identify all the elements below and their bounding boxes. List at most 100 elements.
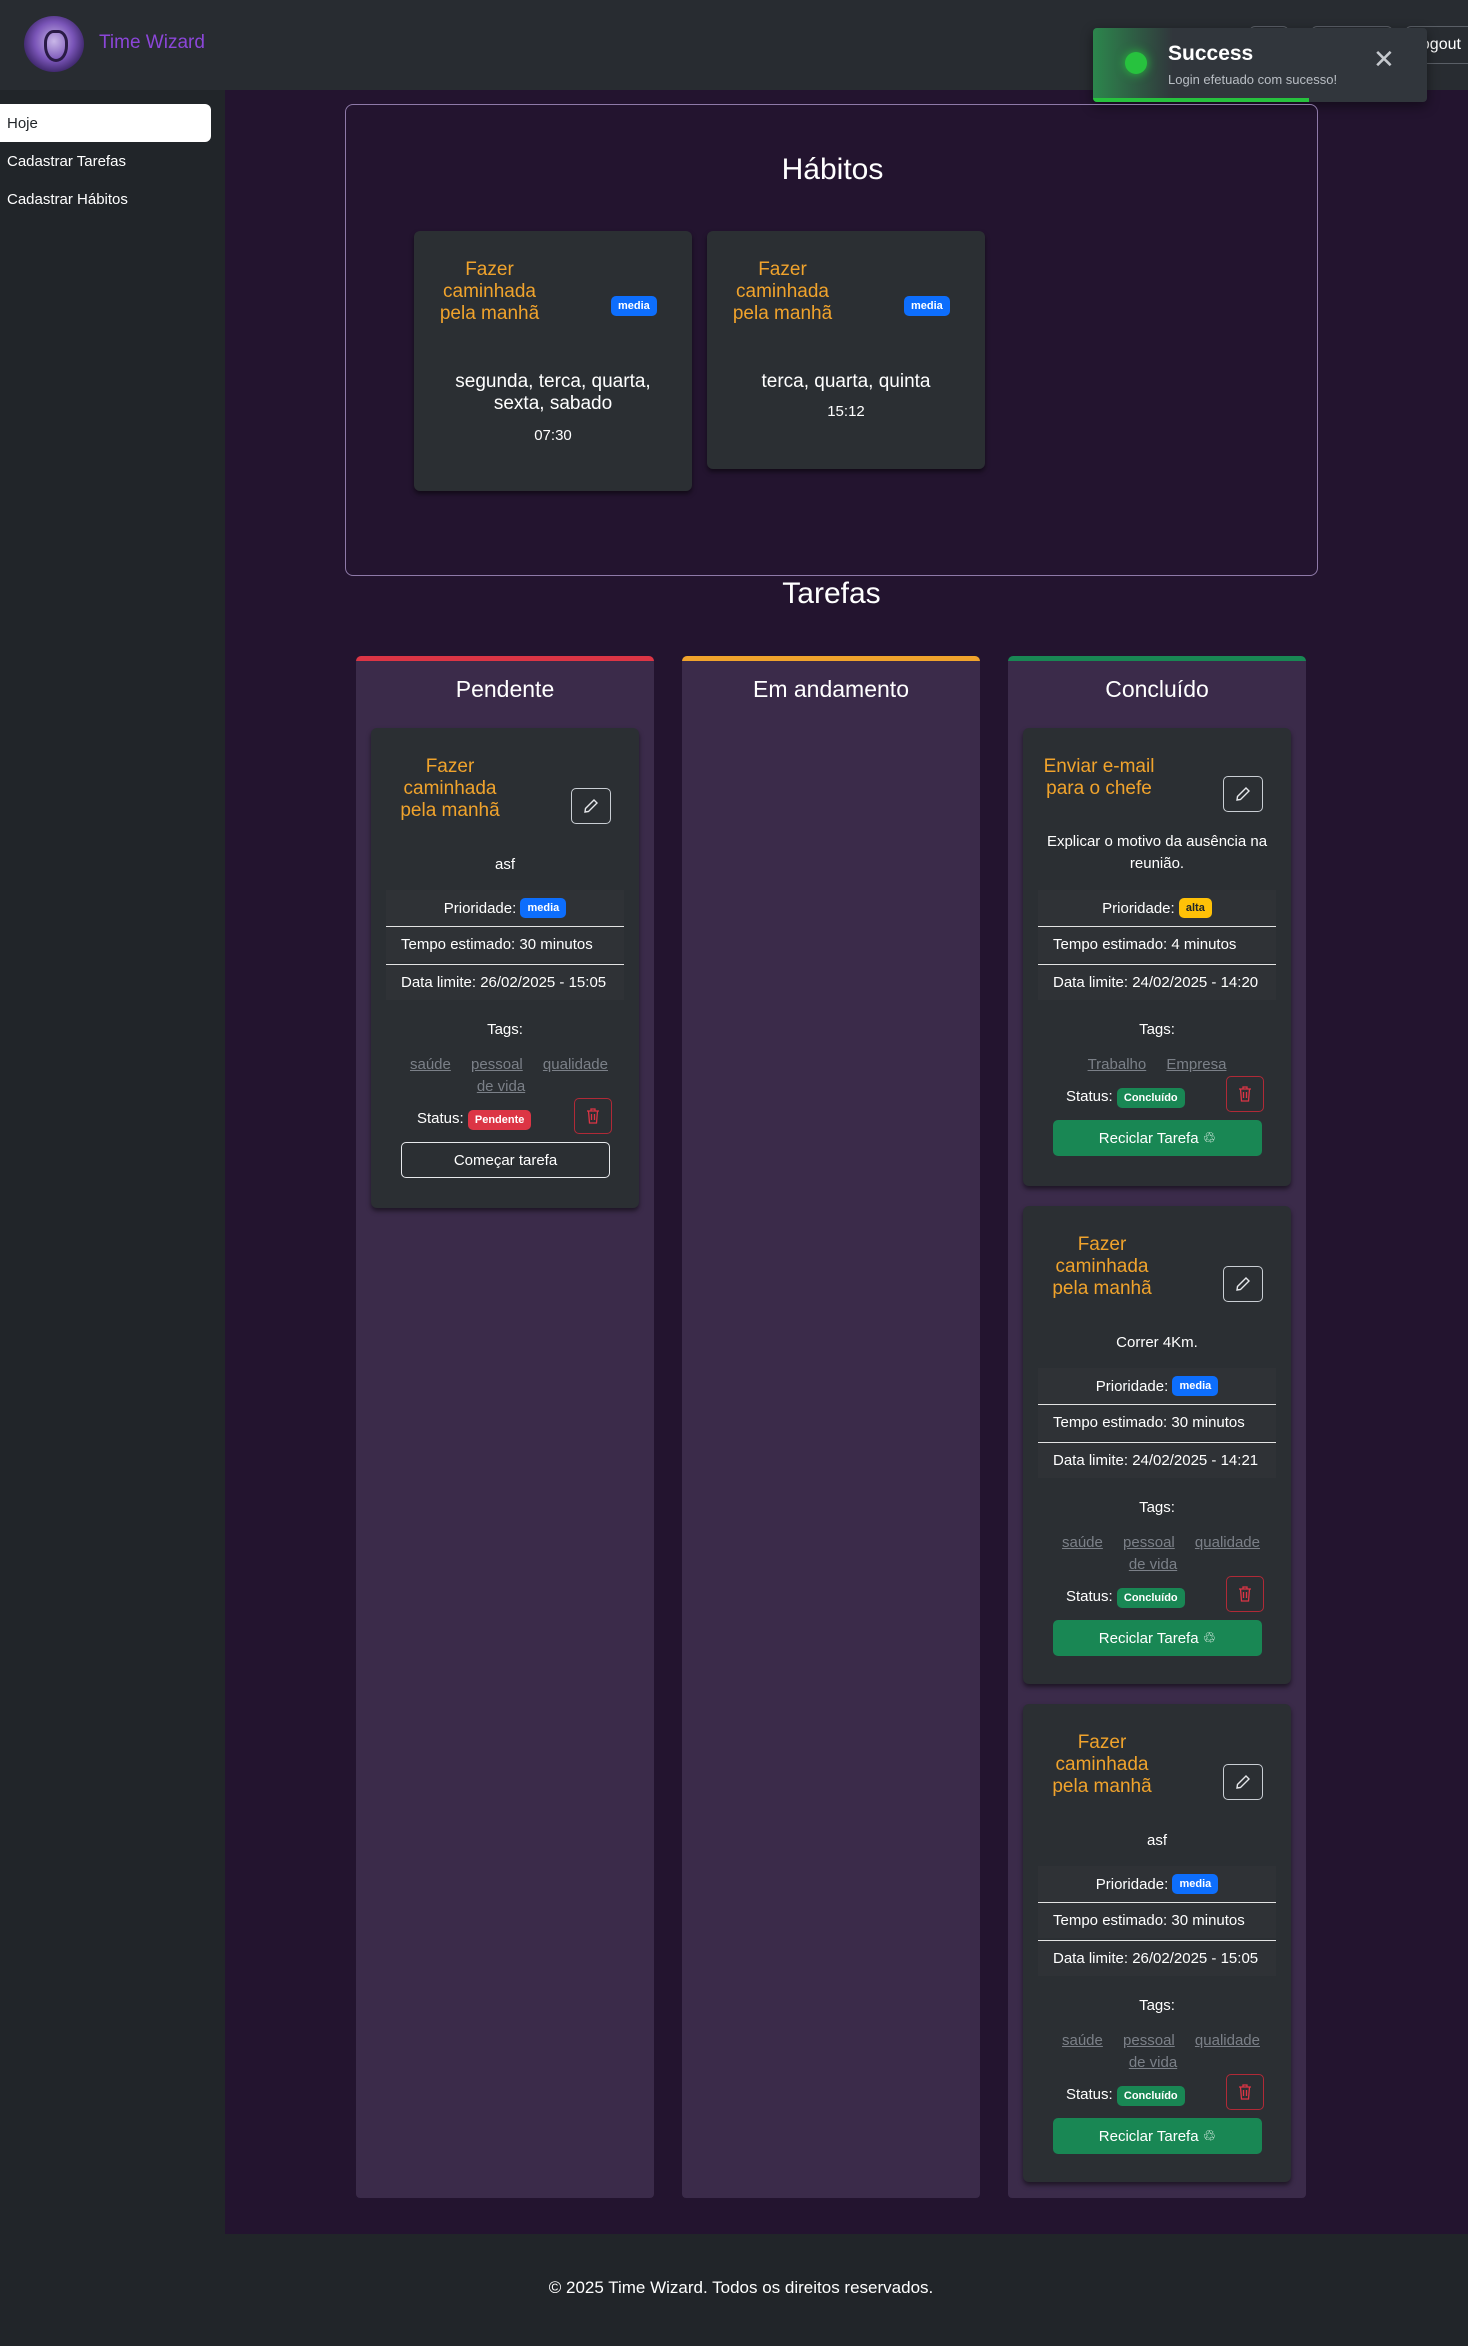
tasks-title: Tarefas [782,577,881,610]
task-description: Explicar o motivo da ausência na reunião… [1046,833,1268,872]
priority-row: Prioridade: alta [1038,890,1276,926]
task-description: Correr 4Km. [1116,1334,1198,1351]
tags-label: Tags: [1139,1499,1175,1516]
trash-icon [1239,1086,1251,1102]
column-em-andamento: Em andamento [682,656,980,2198]
pencil-icon [1236,787,1250,801]
task-title: Fazer caminhada pela manhã [1052,1234,1152,1299]
sidebar-item-cadastrar-habitos[interactable]: Cadastrar Hábitos [0,180,211,218]
habits-section: Hábitos Fazer caminhada pela manhã media… [345,104,1318,576]
tags-list: Trabalho Empresa [1053,1054,1261,1076]
tags-label: Tags: [1139,1997,1175,2014]
delete-button[interactable] [1226,1076,1264,1112]
priority-badge: media [1172,1874,1219,1894]
edit-button[interactable] [1223,776,1263,812]
task-title: Fazer caminhada pela manhã [400,756,500,821]
priority-label: Prioridade: [1095,1377,1169,1395]
recycle-task-button[interactable]: Reciclar Tarefa ♲ [1053,2118,1262,2154]
task-card: Fazer caminhada pela manhã asf Prioridad… [1023,1704,1291,2182]
priority-row: Prioridade: media [1038,1368,1276,1404]
priority-label: Prioridade: [1095,1875,1169,1893]
trash-icon [1239,1586,1251,1602]
habits-title: Hábitos [781,153,884,186]
status-row: Status: Concluído [1066,1588,1185,1608]
priority-badge: media [520,898,567,918]
pencil-icon [584,799,598,813]
sidebar-item-hoje[interactable]: Hoje [0,104,211,142]
footer: © 2025 Time Wizard. Todos os direitos re… [0,2234,1468,2346]
delete-button[interactable] [1226,2074,1264,2110]
edit-button[interactable] [1223,1266,1263,1302]
task-description: asf [1146,1832,1167,1849]
status-badge: Concluído [1116,1588,1185,1608]
priority-row: Prioridade: media [1038,1866,1276,1902]
column-pendente: Pendente Fazer caminhada pela manhã asf … [356,656,654,2198]
toast-message: Login efetuado com sucesso! [1168,72,1338,87]
brand-name[interactable]: Time Wizard [99,32,205,54]
habit-days: segunda, terca, quarta, sexta, sabado [455,371,651,414]
status-label: Status: [1066,2086,1113,2103]
habit-days: terca, quarta, quinta [761,371,931,392]
tag-link[interactable]: pessoal [471,1056,523,1073]
start-task-button[interactable]: Começar tarefa [401,1142,610,1178]
toast-title: Success [1168,42,1254,65]
status-badge: Concluído [1116,2086,1185,2106]
column-title: Em andamento [753,676,909,702]
column-accent [682,656,980,661]
habit-title: Fazer caminhada pela manhã [439,259,540,324]
status-row: Status: Pendente [417,1110,532,1130]
task-title: Enviar e-mail para o chefe [1043,756,1155,799]
tag-link[interactable]: Trabalho [1088,1056,1147,1073]
priority-badge: alta [1178,898,1212,918]
tag-link[interactable]: Empresa [1166,1056,1226,1073]
tag-link[interactable]: pessoal [1123,1534,1175,1551]
status-label: Status: [1066,1088,1113,1105]
tags-list: saúde pessoal qualidade de vida [401,1054,609,1098]
toast-progress-bar [1093,98,1309,102]
trash-icon [1239,2084,1251,2100]
wizard-logo-icon[interactable] [24,16,84,72]
trash-icon [587,1108,599,1124]
priority-badge: media [1172,1376,1219,1396]
column-title: Concluído [1105,676,1209,702]
estimated-time-row: Tempo estimado: 4 minutos [1038,926,1276,962]
status-label: Status: [417,1110,464,1127]
tags-label: Tags: [487,1021,523,1038]
tag-link[interactable]: pessoal [1123,2032,1175,2049]
recycle-task-button[interactable]: Reciclar Tarefa ♲ [1053,1620,1262,1656]
deadline-row: Data limite: 26/02/2025 - 15:05 [1038,1940,1276,1976]
priority-row: Prioridade: media [386,890,624,926]
success-icon [1125,52,1147,74]
recycle-task-button[interactable]: Reciclar Tarefa ♲ [1053,1120,1262,1156]
task-card: Enviar e-mail para o chefe Explicar o mo… [1023,728,1291,1186]
status-row: Status: Concluído [1066,1088,1185,1108]
tag-link[interactable]: saúde [1062,1534,1103,1551]
edit-button[interactable] [1223,1764,1263,1800]
tag-link[interactable]: saúde [1062,2032,1103,2049]
sidebar: Hoje Cadastrar Tarefas Cadastrar Hábitos [0,90,225,2234]
delete-button[interactable] [574,1098,612,1134]
tags-list: saúde pessoal qualidade de vida [1053,2030,1261,2074]
priority-badge: media [904,296,950,316]
estimated-time-row: Tempo estimado: 30 minutos [386,926,624,962]
column-accent [1008,656,1306,661]
close-icon[interactable]: ✕ [1373,46,1395,72]
task-description: asf [494,856,515,873]
priority-badge: media [611,296,657,316]
delete-button[interactable] [1226,1576,1264,1612]
tag-link[interactable]: saúde [410,1056,451,1073]
task-card: Fazer caminhada pela manhã Correr 4Km. P… [1023,1206,1291,1684]
tags-list: saúde pessoal qualidade de vida [1053,1532,1261,1576]
edit-button[interactable] [571,788,611,824]
success-toast: Success Login efetuado com sucesso! ✕ [1093,28,1427,102]
pencil-icon [1236,1775,1250,1789]
habit-card: Fazer caminhada pela manhã media segunda… [414,231,692,491]
estimated-time-row: Tempo estimado: 30 minutos [1038,1902,1276,1938]
status-label: Status: [1066,1588,1113,1605]
habit-card: Fazer caminhada pela manhã media terca, … [707,231,985,469]
habit-title: Fazer caminhada pela manhã [732,259,833,324]
column-title: Pendente [455,676,555,702]
column-concluido: Concluído Enviar e-mail para o chefe Exp… [1008,656,1306,2198]
deadline-row: Data limite: 26/02/2025 - 15:05 [386,964,624,1000]
sidebar-item-cadastrar-tarefas[interactable]: Cadastrar Tarefas [0,142,211,180]
